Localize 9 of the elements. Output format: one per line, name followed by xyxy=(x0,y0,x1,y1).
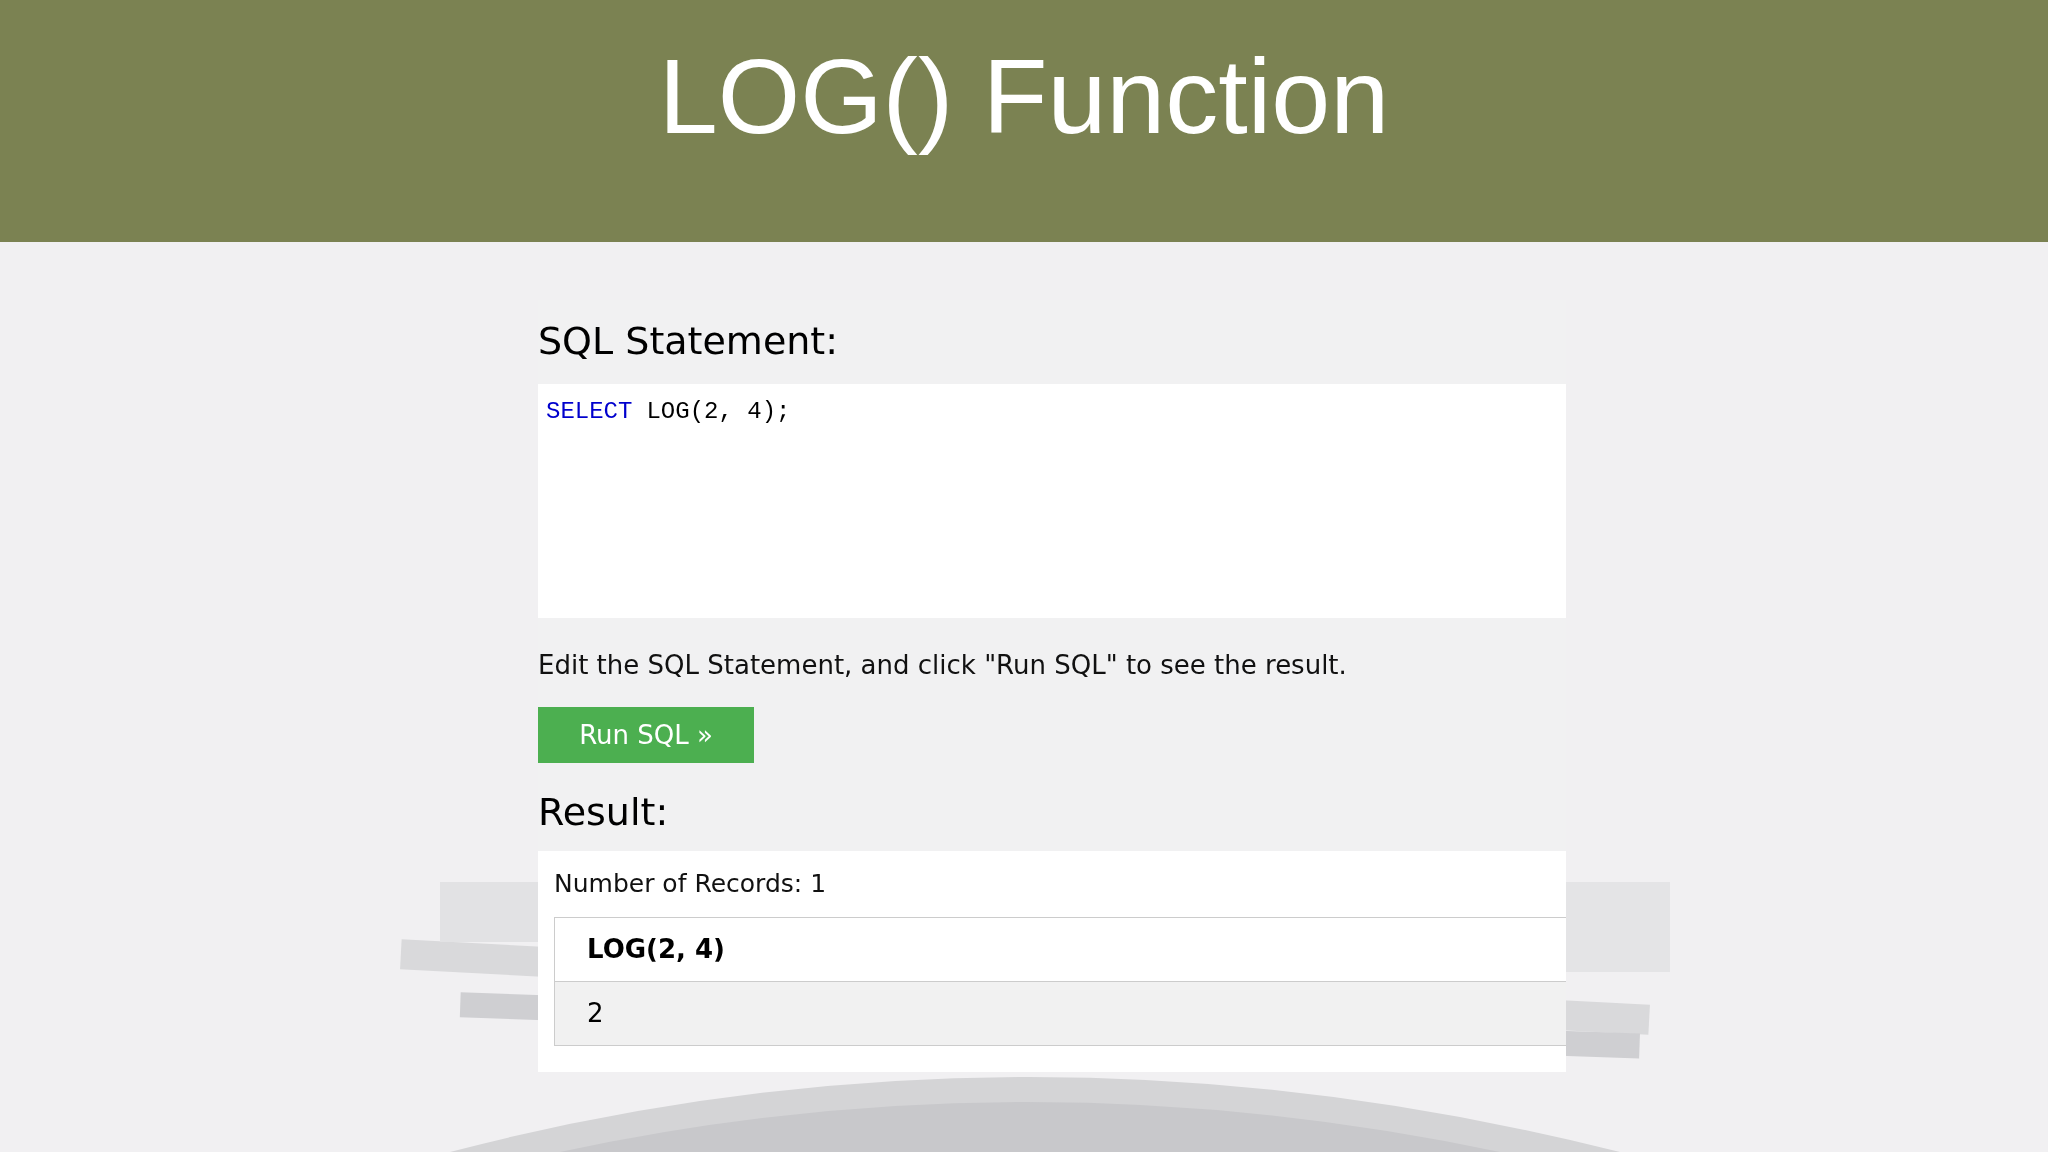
code-editor[interactable]: SELECT LOG(2, 4); xyxy=(538,384,1566,618)
instruction-text: Edit the SQL Statement, and click "Run SQL" to see the result. xyxy=(538,649,1348,682)
code-line: SELECT LOG(2, 4); xyxy=(546,397,792,427)
section-heading: SQL Statement: xyxy=(538,322,840,360)
slide-title: LOG() Function xyxy=(658,43,1390,157)
table-cell: 2 xyxy=(554,981,1566,1045)
result-heading: Result: xyxy=(538,793,670,831)
record-count: Number of Records: 1 xyxy=(554,868,828,900)
column-header: LOG(2, 4) xyxy=(554,917,1566,981)
